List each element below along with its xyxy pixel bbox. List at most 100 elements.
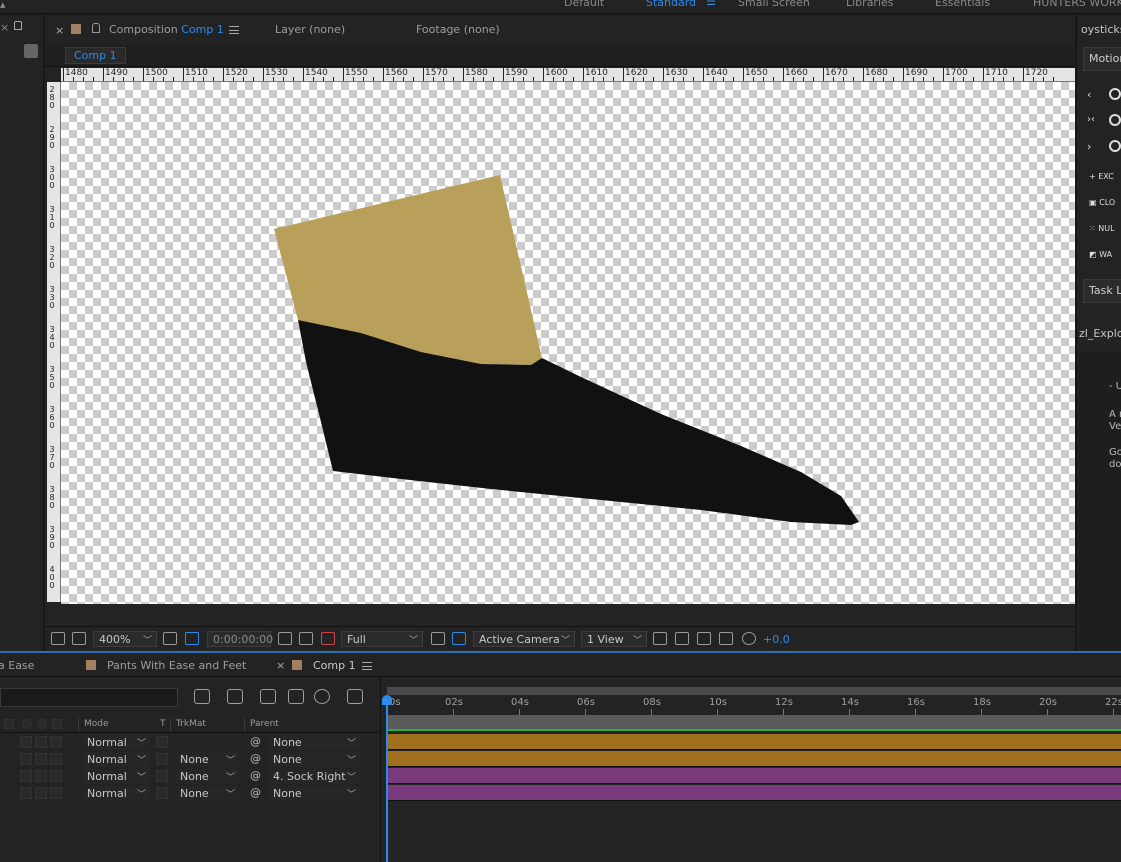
parent-dropdown[interactable]: 4. Sock Right ﹀ <box>268 769 360 784</box>
pickwhip-icon[interactable]: @ <box>250 735 264 749</box>
switch-box[interactable] <box>35 787 47 799</box>
mode-dropdown[interactable]: Normal ﹀ <box>82 735 150 750</box>
panel-menu-icon[interactable] <box>229 26 239 34</box>
timeline-icon[interactable] <box>697 632 711 645</box>
mode-dropdown[interactable]: Normal ﹀ <box>82 752 150 767</box>
fast-previews-icon[interactable] <box>675 632 689 645</box>
preserve-transparency-box[interactable] <box>156 753 168 765</box>
exposure-value[interactable]: +0.0 <box>763 633 790 646</box>
switch-box[interactable] <box>35 736 47 748</box>
radio-icon[interactable] <box>1109 88 1121 100</box>
chevron-left-icon[interactable]: ‹ <box>1087 88 1091 101</box>
pickwhip-icon[interactable]: @ <box>250 786 264 800</box>
pickwhip-icon[interactable]: @ <box>250 769 264 783</box>
layer-duration-bar[interactable] <box>387 734 1121 750</box>
close-icon[interactable]: × <box>0 21 9 34</box>
flowchart-icon[interactable] <box>24 44 38 58</box>
always-preview-icon[interactable] <box>51 632 65 645</box>
tab-ease[interactable]: a Ease <box>0 659 34 672</box>
tab-composition[interactable]: Composition Comp 1 <box>109 23 224 36</box>
preserve-transparency-box[interactable] <box>156 770 168 782</box>
toggle-pixel-aspect-icon[interactable] <box>653 632 667 645</box>
current-time-indicator[interactable] <box>386 697 388 862</box>
layer-row[interactable]: Normal ﹀ None ﹀ @ None ﹀ <box>0 785 380 802</box>
preserve-transparency-box[interactable] <box>156 736 168 748</box>
switch-box[interactable] <box>50 770 62 782</box>
switch-box[interactable] <box>20 736 32 748</box>
workspace-small-screen[interactable]: Small Screen <box>738 0 810 9</box>
switch-box[interactable] <box>20 787 32 799</box>
mask-visibility-icon[interactable] <box>185 632 199 645</box>
show-snapshot-icon[interactable] <box>299 632 313 645</box>
mode-column-header[interactable]: Mode <box>84 719 109 729</box>
time-ruler[interactable]: 0s 02s 04s 06s 08s 10s 12s 14s 16s 18s 20s 22s <box>387 695 1121 715</box>
warp-button[interactable]: ◩ WA <box>1089 250 1112 259</box>
time-navigator[interactable] <box>387 687 1121 695</box>
workspace-chevron-icon[interactable]: ▴ <box>0 0 6 11</box>
clone-button[interactable]: ▣ CLO <box>1089 198 1115 207</box>
switch-box[interactable] <box>35 770 47 782</box>
switch-box[interactable] <box>20 770 32 782</box>
tab-comp-1[interactable]: Comp 1 <box>313 659 356 672</box>
reset-exposure-icon[interactable] <box>742 632 756 645</box>
parent-dropdown[interactable]: None ﹀ <box>268 735 360 750</box>
color-channels-icon[interactable] <box>321 632 335 645</box>
lock-icon[interactable] <box>92 23 100 33</box>
workspace-libraries[interactable]: Libraries <box>846 0 894 9</box>
motion-blur-icon[interactable] <box>314 689 330 704</box>
workspace-hunters[interactable]: HUNTERS WORKS <box>1033 0 1121 9</box>
camera-dropdown[interactable]: Active Camera ﹀ <box>473 631 575 647</box>
radio-icon[interactable] <box>1109 114 1121 126</box>
trkmat-dropdown[interactable]: None ﹀ <box>175 786 239 801</box>
parent-dropdown[interactable]: None ﹀ <box>268 786 360 801</box>
task-list-tab[interactable]: Task L <box>1083 279 1121 303</box>
switch-box[interactable] <box>35 753 47 765</box>
layer-duration-bar[interactable] <box>387 751 1121 767</box>
switch-box[interactable] <box>50 736 62 748</box>
frame-blending-icon[interactable] <box>288 689 304 704</box>
radio-icon[interactable] <box>1109 140 1121 152</box>
parent-dropdown[interactable]: None ﹀ <box>268 752 360 767</box>
workspace-essentials[interactable]: Essentials <box>935 0 990 9</box>
safe-zones-icon[interactable] <box>163 632 177 645</box>
monitor-icon[interactable] <box>72 632 86 645</box>
layer-row[interactable]: Normal ﹀ @ None ﹀ <box>0 734 380 751</box>
pickwhip-icon[interactable]: @ <box>250 752 264 766</box>
layer-row[interactable]: Normal ﹀ None ﹀ @ 4. Sock Right ﹀ <box>0 768 380 785</box>
timeline-graph-area[interactable]: 0s 02s 04s 06s 08s 10s 12s 14s 16s 18s 20s 22s <box>380 677 1121 862</box>
parent-column-header[interactable]: Parent <box>250 719 279 729</box>
lock-icon[interactable] <box>14 21 22 30</box>
switch-box[interactable] <box>50 753 62 765</box>
panel-menu-icon[interactable] <box>362 662 372 670</box>
shy-layers-icon[interactable] <box>260 689 276 704</box>
work-area-bar[interactable] <box>387 715 1121 729</box>
transparency-grid-icon[interactable] <box>452 632 466 645</box>
playhead-handle-icon[interactable] <box>382 695 392 705</box>
tab-footage[interactable]: Footage (none) <box>416 23 500 36</box>
layer-duration-bar[interactable] <box>387 768 1121 784</box>
layer-search-input[interactable] <box>0 688 178 707</box>
flowchart-icon[interactable] <box>719 632 733 645</box>
layer-row[interactable]: Normal ﹀ None ﹀ @ None ﹀ <box>0 751 380 768</box>
region-of-interest-icon[interactable] <box>431 632 445 645</box>
t-column-header[interactable]: T <box>160 719 166 729</box>
excite-button[interactable]: + EXC <box>1089 172 1114 181</box>
mode-dropdown[interactable]: Normal ﹀ <box>82 769 150 784</box>
draft-3d-icon[interactable] <box>227 689 243 704</box>
resolution-dropdown[interactable]: Full ﹀ <box>341 631 423 647</box>
close-icon[interactable]: × <box>55 24 64 37</box>
close-icon[interactable]: × <box>276 659 285 672</box>
layer-duration-bar[interactable] <box>387 785 1121 801</box>
chevron-right-icon[interactable]: › <box>1087 140 1091 153</box>
motion-tab[interactable]: Motion <box>1083 47 1121 71</box>
trkmat-dropdown[interactable]: None ﹀ <box>175 769 239 784</box>
trkmat-dropdown[interactable]: None ﹀ <box>175 752 239 767</box>
switch-box[interactable] <box>20 753 32 765</box>
graph-editor-icon[interactable] <box>347 689 363 704</box>
switch-box[interactable] <box>50 787 62 799</box>
comp-subtab[interactable]: Comp 1 <box>65 47 126 64</box>
collapse-icon[interactable]: ›‹ <box>1087 114 1095 125</box>
workspace-default[interactable]: Default <box>564 0 604 9</box>
mode-dropdown[interactable]: Normal ﹀ <box>82 786 150 801</box>
trkmat-column-header[interactable]: TrkMat <box>176 719 206 729</box>
